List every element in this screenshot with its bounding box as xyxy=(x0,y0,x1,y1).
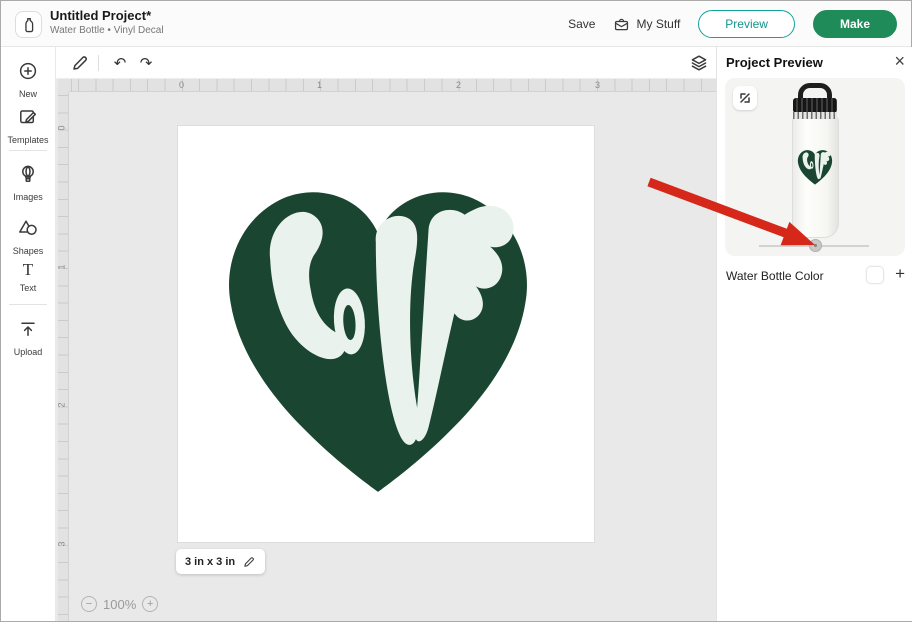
color-section: Water Bottle Color + xyxy=(726,266,905,286)
preview-button[interactable]: Preview xyxy=(698,10,795,38)
sidebar-item-templates[interactable]: Templates xyxy=(1,107,55,145)
preview-size-slider-handle[interactable] xyxy=(809,239,822,252)
bottle-decal xyxy=(796,147,834,187)
close-icon[interactable]: × xyxy=(894,50,905,72)
save-button[interactable]: Save xyxy=(568,17,595,31)
zoom-out-button[interactable]: − xyxy=(81,596,97,612)
project-preview-panel: Project Preview × Water Bottle Color + xyxy=(716,47,912,621)
sidebar-divider xyxy=(9,304,47,305)
design-canvas[interactable] xyxy=(178,126,594,542)
love-heart-design[interactable] xyxy=(198,174,558,504)
zoom-level: 100% xyxy=(103,597,136,612)
sidebar-item-new[interactable]: New xyxy=(1,61,55,99)
left-sidebar: New Templates Images Shapes T Text Uploa… xyxy=(1,47,56,621)
water-bottle-icon xyxy=(20,16,38,34)
size-label-pill[interactable]: 3 in x 3 in xyxy=(176,549,265,574)
ruler-left: 0 1 2 3 xyxy=(58,92,69,621)
edit-size-pencil-icon[interactable] xyxy=(242,555,256,569)
project-type-button[interactable] xyxy=(15,11,42,38)
project-subtitle: Water Bottle • Vinyl Decal xyxy=(50,25,164,36)
sidebar-item-shapes[interactable]: Shapes xyxy=(1,218,55,256)
images-icon xyxy=(18,164,38,184)
add-color-button[interactable]: + xyxy=(895,264,905,284)
templates-icon xyxy=(18,107,38,127)
zoom-in-button[interactable]: + xyxy=(142,596,158,612)
bottle-cap xyxy=(793,98,837,113)
color-section-label: Water Bottle Color xyxy=(726,269,824,283)
bottle-band xyxy=(793,112,837,119)
make-button[interactable]: Make xyxy=(813,10,897,38)
header-actions: Save My Stuff Preview Make xyxy=(568,1,897,47)
color-swatch[interactable] xyxy=(866,266,884,284)
panel-title: Project Preview xyxy=(726,55,823,70)
upload-icon xyxy=(18,319,38,339)
my-stuff-button[interactable]: My Stuff xyxy=(613,16,680,33)
toolbar-divider xyxy=(98,55,99,71)
undo-icon[interactable]: ↶ xyxy=(110,53,130,73)
layers-icon[interactable] xyxy=(689,53,709,73)
text-icon: T xyxy=(18,260,38,280)
product-preview-box xyxy=(725,78,905,256)
plus-circle-icon xyxy=(18,61,38,81)
app-window: Untitled Project* Water Bottle • Vinyl D… xyxy=(0,0,912,622)
water-bottle-preview xyxy=(725,78,905,256)
redo-icon[interactable]: ↷ xyxy=(136,53,156,73)
project-title: Untitled Project* xyxy=(50,8,164,23)
shapes-icon xyxy=(18,218,38,238)
edit-pencil-icon[interactable] xyxy=(70,53,90,73)
title-block: Untitled Project* Water Bottle • Vinyl D… xyxy=(50,8,164,36)
sidebar-item-text[interactable]: T Text xyxy=(1,260,55,293)
top-bar: Untitled Project* Water Bottle • Vinyl D… xyxy=(1,1,911,47)
design-size-label: 3 in x 3 in xyxy=(185,556,235,568)
sidebar-divider xyxy=(9,150,47,151)
zoom-control: − 100% + xyxy=(81,596,158,612)
my-stuff-icon xyxy=(613,16,630,33)
canvas-toolbar: ↶ ↷ xyxy=(56,47,716,79)
ruler-top: 0 1 2 3 xyxy=(69,79,716,92)
sidebar-item-upload[interactable]: Upload xyxy=(1,319,55,357)
sidebar-item-images[interactable]: Images xyxy=(1,164,55,202)
ruler-corner xyxy=(58,79,69,92)
canvas-area: ↶ ↷ 0 1 2 3 0 1 2 3 xyxy=(56,47,716,621)
